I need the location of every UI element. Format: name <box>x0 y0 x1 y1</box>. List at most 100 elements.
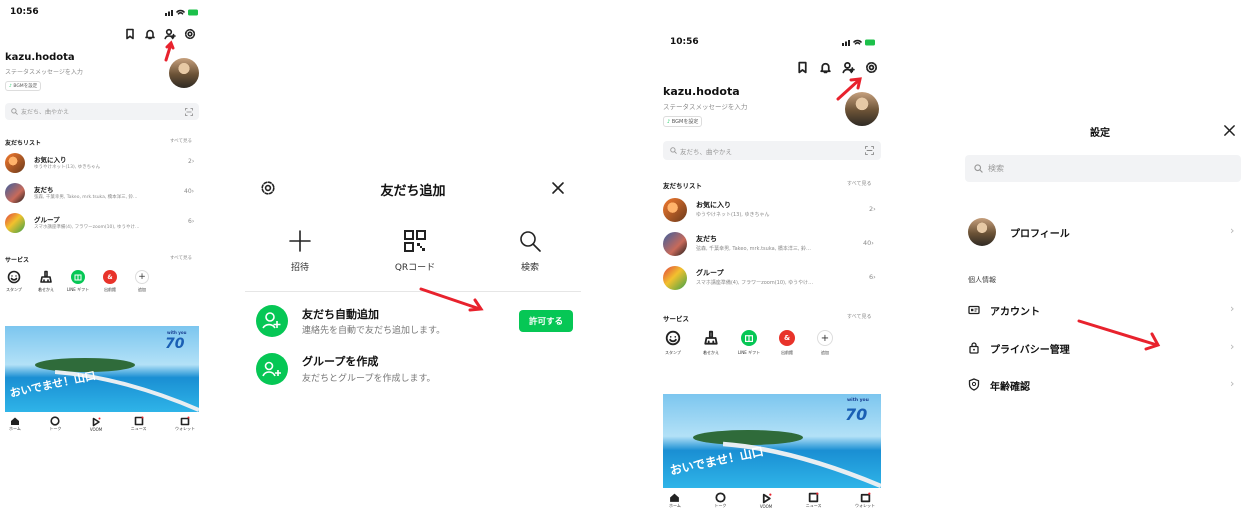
play-icon <box>762 493 771 503</box>
profile-row[interactable]: プロフィール › <box>968 216 1242 246</box>
search-icon <box>974 164 983 173</box>
row-sub: スマホ講座準備(4), フラワーzoom(10), ゆうやけ… <box>34 225 140 230</box>
search-bar[interactable]: 友だち、曲やかえ <box>663 141 881 160</box>
profile-avatar[interactable] <box>169 58 199 88</box>
service-gift[interactable]: LINE ギフト <box>66 270 90 293</box>
qr-code-option[interactable]: QRコード <box>385 230 445 273</box>
service-add[interactable]: + 追加 <box>130 270 154 293</box>
bookmark-icon[interactable] <box>796 61 809 74</box>
anniv-badge-number: 70 <box>165 336 185 352</box>
bookmark-icon[interactable] <box>124 28 136 40</box>
chat-icon <box>715 492 726 503</box>
services-see-all[interactable]: すべて見る <box>170 255 192 261</box>
gear-icon[interactable] <box>184 28 196 40</box>
tab-wallet[interactable]: ウォレット <box>855 492 875 509</box>
tab-home[interactable]: ホーム <box>669 492 681 509</box>
bottom-tabbar: ホーム トーク VOOM ニュース ウォレット <box>5 416 199 432</box>
tab-voom[interactable]: VOOM <box>90 417 102 432</box>
red-arrow <box>1077 319 1161 351</box>
qr-scan-icon[interactable] <box>185 107 193 116</box>
item-label: 年齢確認 <box>990 382 1030 393</box>
brush-icon <box>40 270 52 283</box>
tab-wallet[interactable]: ウォレット <box>175 416 195 432</box>
anniv-badge-small: with you <box>167 330 187 335</box>
add-friend-icon[interactable] <box>842 61 855 74</box>
search-icon <box>520 231 541 252</box>
friends-see-all[interactable]: すべて見る <box>847 180 871 187</box>
tab-label: トーク <box>714 503 727 508</box>
row-count: 2› <box>869 205 876 213</box>
bell-icon[interactable] <box>144 28 156 40</box>
service-demaekan[interactable]: & 出前館 <box>98 270 122 293</box>
bgm-button[interactable]: ♪ BGMを設定 <box>663 116 703 127</box>
row-title: グループ <box>696 269 724 277</box>
friend-row[interactable]: 友だち 弦森, 千葉幸男, Takeo, mrk.tsuka, 橋本洋三, 鈴…… <box>5 181 199 205</box>
friend-row[interactable]: グループ スマホ講座準備(4), フラワーzoom(10), ゆうやけ… 6› <box>5 211 199 235</box>
row-count: 2› <box>188 158 195 165</box>
search-bar[interactable]: 友だち、曲やかえ <box>5 103 199 120</box>
service-add[interactable]: + 追加 <box>813 330 837 356</box>
service-theme[interactable]: 着せかえ <box>34 270 58 293</box>
section-personal-info: 個人情報 <box>968 276 996 284</box>
gear-icon[interactable] <box>865 61 878 74</box>
service-gift[interactable]: LINE ギフト <box>737 330 761 356</box>
friends-see-all[interactable]: すべて見る <box>170 138 192 144</box>
row-sub: 弦森, 千葉幸男, Takeo, mrk.tsuka, 橋本洋三, 鈴… <box>696 246 812 252</box>
friend-row[interactable]: 友だち 弦森, 千葉幸男, Takeo, mrk.tsuka, 橋本洋三, 鈴…… <box>663 230 881 258</box>
service-demaekan[interactable]: & 出前館 <box>775 330 799 356</box>
promo-banner[interactable]: おいでませ！山口 with you 70 <box>5 326 199 412</box>
services-row: スタンプ 着せかえ LINE ギフト & 出前館 + 追加 <box>2 270 154 293</box>
add-friend-icon[interactable] <box>164 28 176 40</box>
bell-icon[interactable] <box>819 61 832 74</box>
search-placeholder: 友だち、曲やかえ <box>680 147 732 156</box>
bgm-label: BGMを設定 <box>671 119 699 125</box>
tab-home[interactable]: ホーム <box>9 416 21 432</box>
service-stamp[interactable]: スタンプ <box>2 270 26 293</box>
friend-row[interactable]: お気に入り ゆうやけネット(13), ゆきちゃん 2› <box>5 151 199 175</box>
allow-button[interactable]: 許可する <box>519 310 573 332</box>
service-label: スタンプ <box>665 350 681 355</box>
chevron-right-icon: › <box>1230 302 1235 315</box>
friend-row[interactable]: グループ スマホ講座準備(4), フラワーzoom(10), ゆうやけ… 6› <box>663 264 881 292</box>
bgm-button[interactable]: ♪ BGMを設定 <box>5 81 42 91</box>
status-message-input[interactable]: ステータスメッセージを入力 <box>663 101 747 111</box>
tab-label: ウォレット <box>855 503 875 508</box>
row-title: 友だち <box>34 186 54 194</box>
qr-scan-icon[interactable] <box>865 146 874 155</box>
profile-avatar[interactable] <box>845 92 879 126</box>
friend-row[interactable]: お気に入り ゆうやけネット(13), ゆきちゃん 2› <box>663 196 881 224</box>
friends-avatar <box>5 183 25 203</box>
home-screen-1: 10:56 kazu.hodota ステータスメッセージを入力 ♪ BGMを設定… <box>0 0 210 450</box>
service-label: 着せかえ <box>703 350 719 355</box>
header-icons <box>124 28 196 40</box>
row-count: 6› <box>188 218 195 225</box>
anniv-badge-number: 70 <box>845 405 868 424</box>
settings-item-age-verification[interactable]: 年齢確認 › <box>968 377 1242 395</box>
tab-voom[interactable]: VOOM <box>760 493 772 509</box>
add-friend-screen: 友だち追加 招待 QRコード 検索 友だち自動追加 連絡先を自動で友だち追加しま… <box>243 160 583 400</box>
close-icon[interactable] <box>1223 124 1236 137</box>
service-stamp[interactable]: スタンプ <box>661 330 685 356</box>
status-message-input[interactable]: ステータスメッセージを入力 <box>5 67 83 76</box>
tab-news[interactable]: ニュース <box>131 416 147 432</box>
tab-talk[interactable]: トーク <box>49 416 61 432</box>
item-label: プライバシー管理 <box>990 345 1070 356</box>
row-sub: ゆうやけネット(13), ゆきちゃん <box>34 165 101 170</box>
services-row: スタンプ 着せかえ LINE ギフト & 出前館 + 追加 <box>661 330 837 356</box>
tab-talk[interactable]: トーク <box>714 492 726 509</box>
close-icon[interactable] <box>551 181 565 195</box>
group-create-title[interactable]: グループを作成 <box>302 353 378 369</box>
row-count: 6› <box>869 273 876 281</box>
search-option[interactable]: 検索 <box>505 230 555 273</box>
services-see-all[interactable]: すべて見る <box>847 313 871 320</box>
invite-option[interactable]: 招待 <box>273 230 327 273</box>
home-screen-2: 10:56 kazu.hodota ステータスメッセージを入力 ♪ BGMを設定… <box>655 28 890 517</box>
service-theme[interactable]: 着せかえ <box>699 330 723 356</box>
red-arrow <box>419 287 484 312</box>
row-title: お気に入り <box>696 201 731 209</box>
tab-label: ホーム <box>669 503 681 508</box>
settings-search-bar[interactable]: 検索 <box>965 155 1241 182</box>
promo-banner[interactable]: おいでませ！山口 with you 70 <box>663 394 881 488</box>
tab-news[interactable]: ニュース <box>806 492 822 509</box>
tab-label: VOOM <box>89 426 103 432</box>
